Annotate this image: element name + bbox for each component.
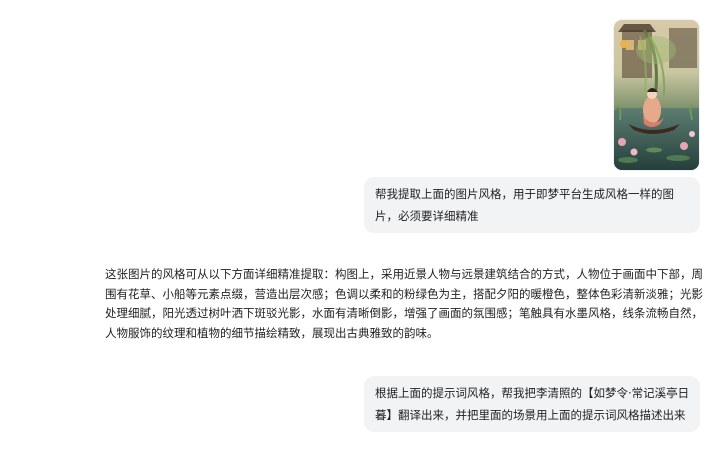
user-message-text: 根据上面的提示词风格，帮我把李清照的【如梦令·常记溪亭日暮】翻译出来，并把里面的… (375, 386, 690, 422)
user-image-attachment[interactable] (614, 20, 699, 170)
assistant-message: 这张图片的风格可从以下方面详细精准提取：构图上，采用近景人物与远景建筑结合的方式… (105, 265, 703, 343)
user-message-text: 帮我提取上面的图片风格，用于即梦平台生成风格一样的图片，必须要详细精准 (375, 187, 674, 223)
chat-conversation: 帮我提取上面的图片风格，用于即梦平台生成风格一样的图片，必须要详细精准 这张图片… (0, 0, 728, 468)
painting-image (614, 20, 699, 170)
user-message-bubble: 帮我提取上面的图片风格，用于即梦平台生成风格一样的图片，必须要详细精准 (364, 177, 700, 233)
user-message-bubble: 根据上面的提示词风格，帮我把李清照的【如梦令·常记溪亭日暮】翻译出来，并把里面的… (364, 376, 700, 432)
assistant-message-text: 这张图片的风格可从以下方面详细精准提取：构图上，采用近景人物与远景建筑结合的方式… (105, 267, 703, 340)
